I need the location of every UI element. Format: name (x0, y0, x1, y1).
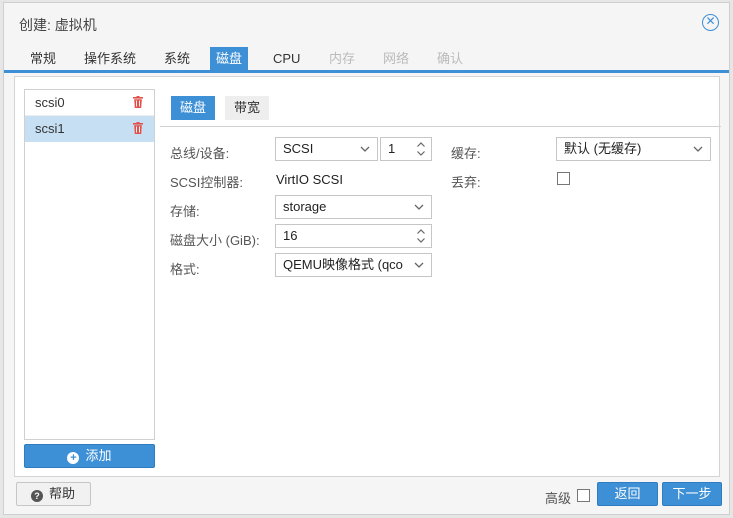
tab-system[interactable]: 系统 (158, 47, 196, 71)
format-value: QEMU映像格式 (qco (283, 257, 403, 272)
question-circle-icon: ? (31, 490, 43, 502)
format-label: 格式: (170, 262, 200, 277)
tab-network: 网络 (383, 51, 410, 66)
tab-confirm: 确认 (437, 51, 464, 66)
add-disk-label: 添加 (85, 448, 112, 463)
discard-checkbox[interactable] (557, 172, 570, 185)
trash-icon[interactable] (133, 96, 143, 108)
cache-value: 默认 (无缓存) (564, 141, 642, 156)
help-label: 帮助 (49, 486, 76, 501)
tab-memory: 内存 (329, 51, 356, 66)
disk-size-stepper[interactable]: 16 (275, 224, 432, 248)
format-select[interactable]: QEMU映像格式 (qco (275, 253, 432, 277)
disk-subtabbar: 磁盘 带宽 (160, 94, 721, 127)
add-disk-button[interactable]: + 添加 (24, 444, 155, 468)
chevron-down-icon (414, 262, 424, 268)
disk-size-label: 磁盘大小 (GiB): (170, 233, 260, 248)
disk-list-item-scsi0[interactable]: scsi0 (25, 90, 154, 116)
tab-cpu[interactable]: CPU (267, 47, 306, 71)
back-button[interactable]: 返回 (597, 482, 658, 506)
disk-list: scsi0 scsi1 (24, 89, 155, 440)
disk-size-value: 16 (283, 228, 298, 243)
storage-select[interactable]: storage (275, 195, 432, 219)
create-vm-dialog: 创建: 虚拟机 ✕ 常规 操作系统 系统 磁盘 CPU 内存 网络 确认 scs… (3, 2, 730, 515)
close-icon[interactable]: ✕ (702, 14, 719, 31)
chevron-down-icon (360, 146, 370, 152)
disk-label: scsi0 (35, 95, 65, 110)
dialog-footer: ? 帮助 高级 返回 下一步 (4, 477, 729, 514)
next-button[interactable]: 下一步 (662, 482, 722, 506)
spinner-arrows-icon[interactable] (416, 140, 426, 158)
tab-os[interactable]: 操作系统 (78, 47, 142, 71)
dialog-titlebar: 创建: 虚拟机 ✕ (4, 3, 729, 41)
help-button[interactable]: ? 帮助 (16, 482, 91, 506)
scsi-controller-label: SCSI控制器: (170, 175, 243, 190)
tab-general[interactable]: 常规 (24, 47, 62, 71)
cache-label: 缓存: (451, 146, 481, 161)
storage-label: 存储: (170, 204, 200, 219)
device-number-stepper[interactable]: 1 (380, 137, 432, 161)
scsi-controller-value: VirtIO SCSI (276, 172, 343, 187)
storage-value: storage (283, 199, 327, 214)
wizard-tabbar: 常规 操作系统 系统 磁盘 CPU 内存 网络 确认 (4, 45, 729, 73)
trash-icon[interactable] (133, 122, 143, 134)
spinner-arrows-icon[interactable] (416, 227, 426, 245)
subtab-bandwidth[interactable]: 带宽 (225, 96, 270, 120)
subtab-disk[interactable]: 磁盘 (171, 96, 216, 120)
tab-disk[interactable]: 磁盘 (210, 47, 249, 71)
disk-label: scsi1 (35, 121, 65, 136)
advanced-checkbox[interactable] (577, 489, 590, 502)
chevron-down-icon (414, 204, 424, 210)
disk-panel: scsi0 scsi1 + 添加 磁盘 带宽 总线/设备: SCSI 1 SCS… (14, 76, 721, 477)
plus-circle-icon: + (67, 452, 80, 464)
device-number-value: 1 (388, 141, 396, 156)
advanced-label: 高级 (545, 491, 572, 506)
cache-select[interactable]: 默认 (无缓存) (556, 137, 711, 161)
bus-select[interactable]: SCSI (275, 137, 378, 161)
disk-list-item-scsi1[interactable]: scsi1 (25, 116, 154, 142)
chevron-down-icon (693, 146, 703, 152)
bus-value: SCSI (283, 141, 314, 156)
dialog-title: 创建: 虚拟机 (19, 17, 97, 33)
bus-device-label: 总线/设备: (170, 146, 230, 161)
discard-label: 丢弃: (451, 175, 481, 190)
